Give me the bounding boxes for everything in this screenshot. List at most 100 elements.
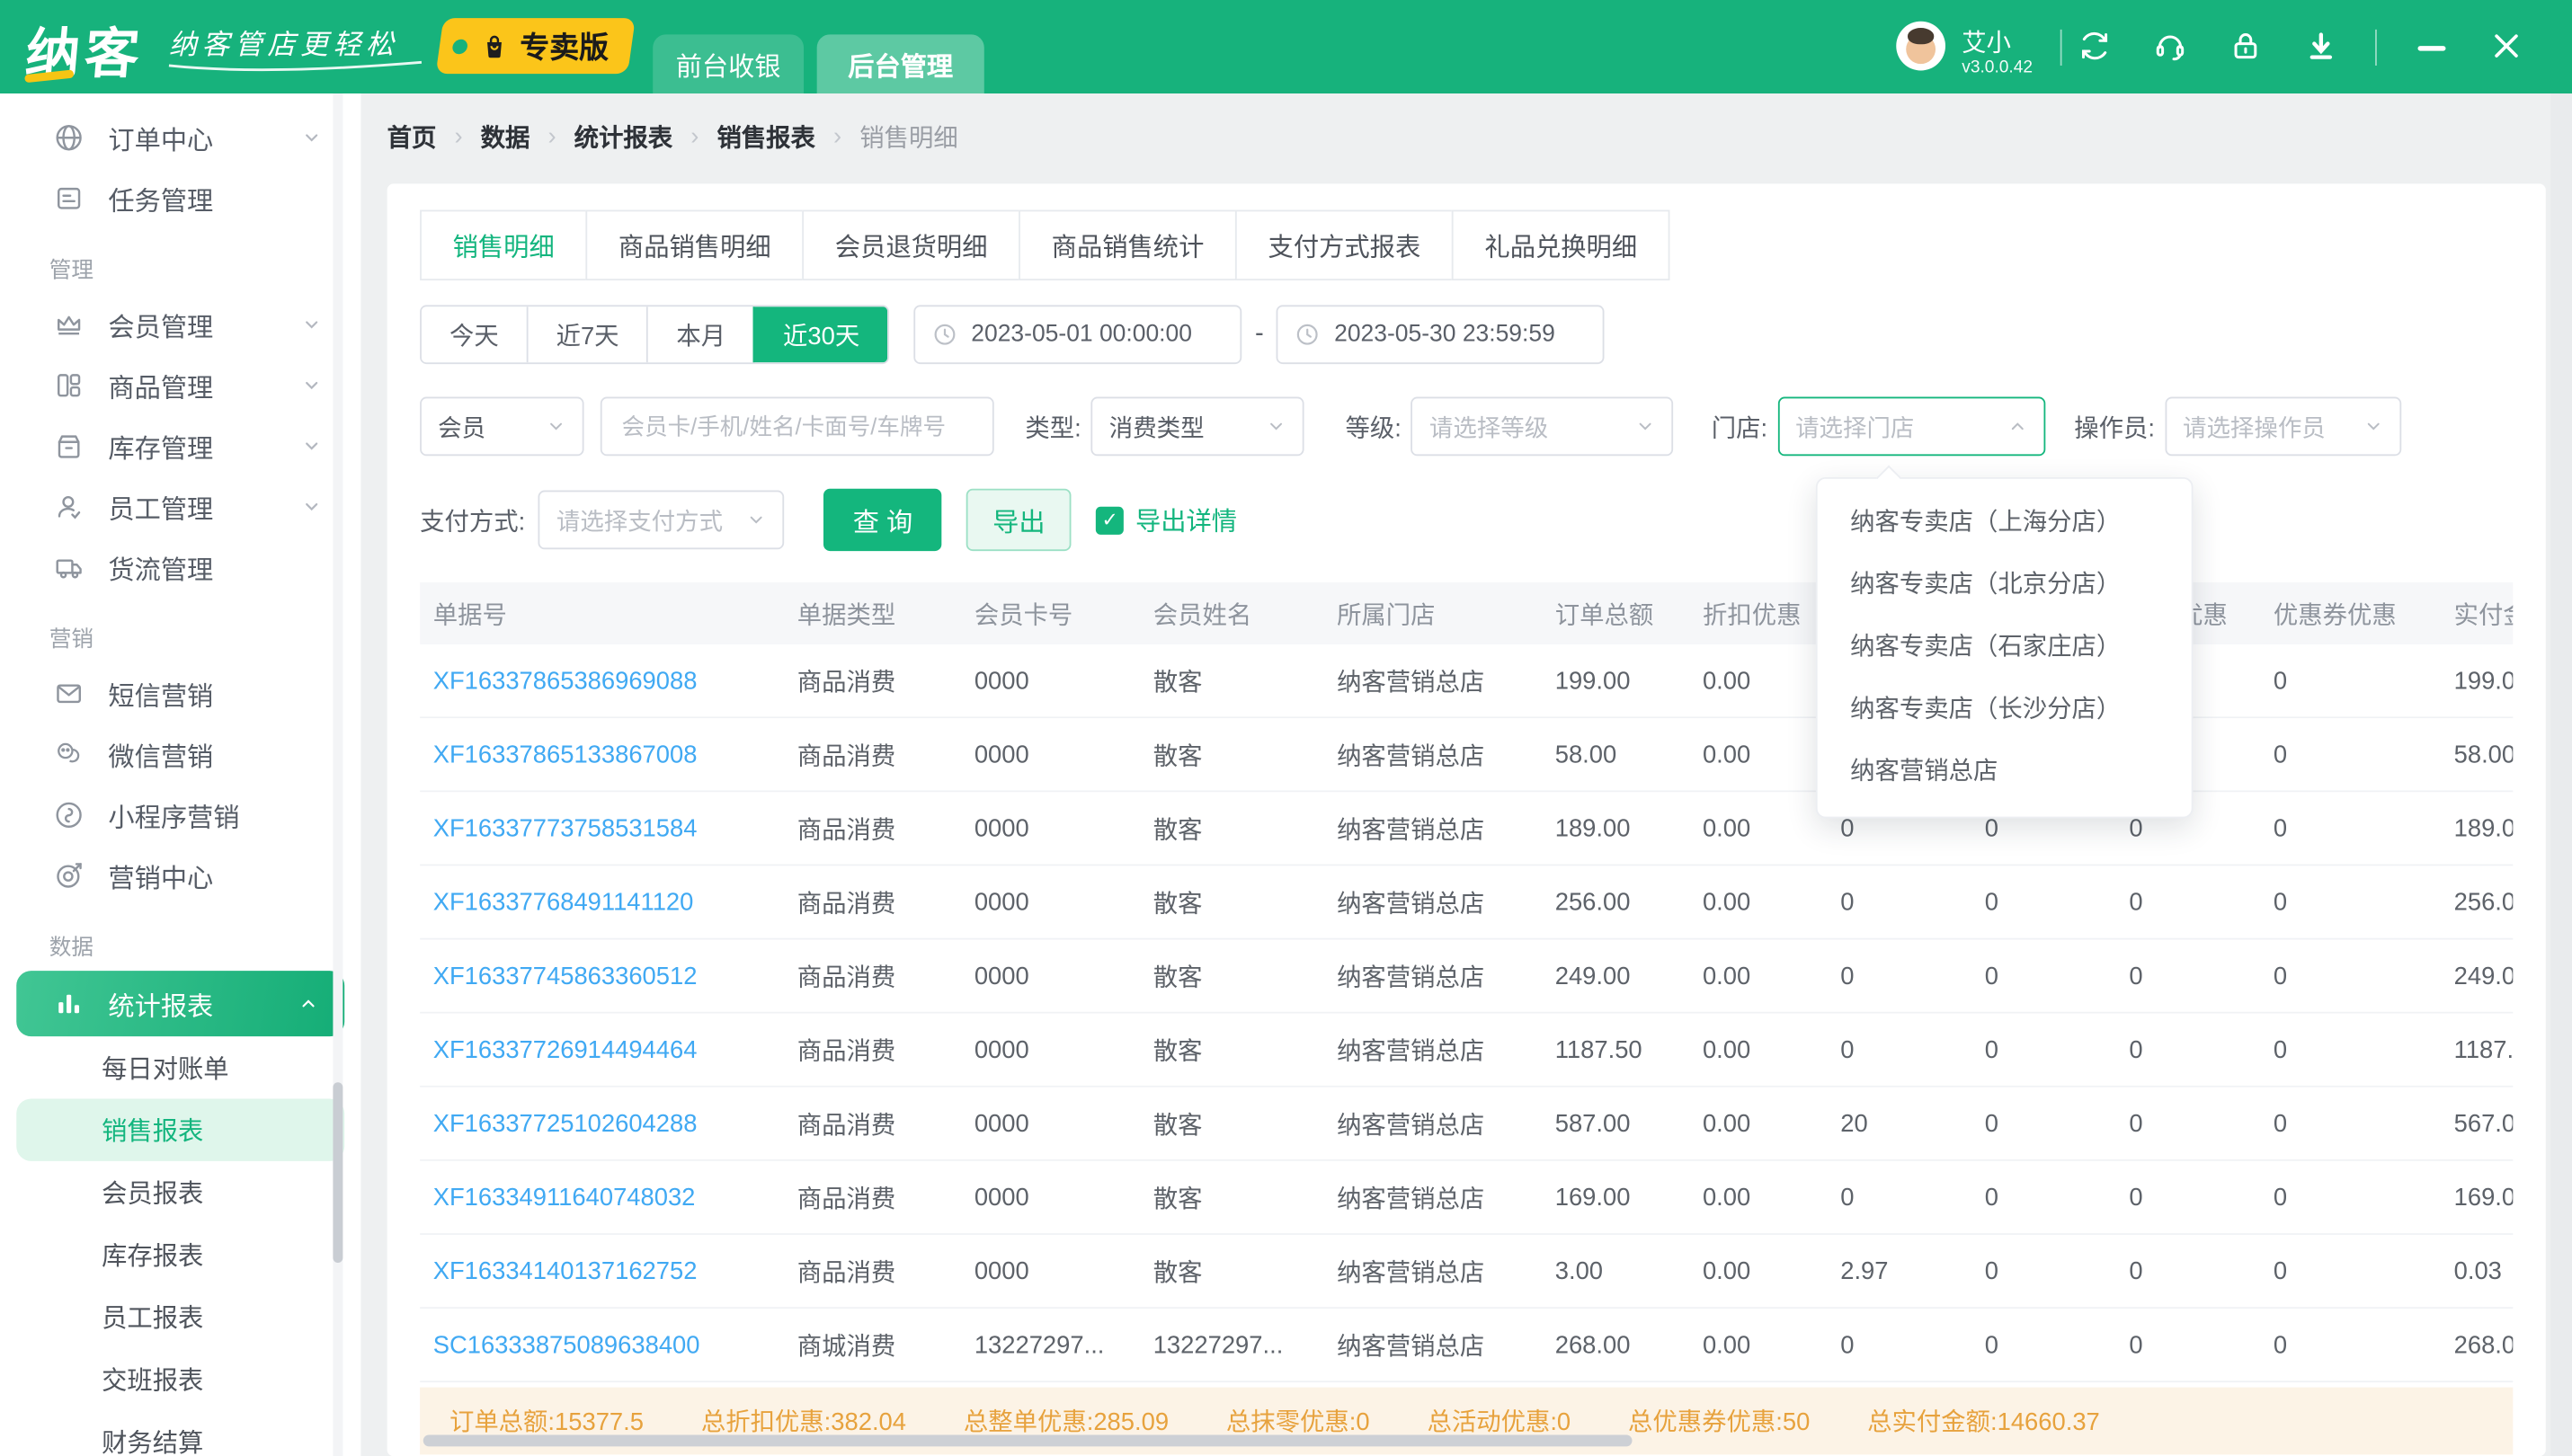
sidebar-subitem-sales-report[interactable]: 销售报表 — [16, 1098, 344, 1160]
breadcrumb-data[interactable]: 数据 — [481, 119, 530, 153]
level-label: 等级: — [1346, 409, 1402, 443]
sidebar-scrollbar-thumb[interactable] — [333, 1082, 343, 1263]
sidebar-item-marketing-center[interactable]: 营销中心 — [0, 845, 360, 906]
sync-icon[interactable] — [2077, 28, 2113, 64]
col-header-order-type: 单据类型 — [784, 596, 961, 630]
order-no-link[interactable]: XF16337768491141120 — [420, 888, 784, 916]
rounding-discount-cell: 0 — [1971, 888, 2116, 916]
consume-type-select[interactable]: 消费类型 — [1091, 397, 1304, 457]
breadcrumb-home[interactable]: 首页 — [387, 119, 437, 153]
report-tab[interactable]: 销售明细 — [420, 210, 587, 280]
window-minimize-button[interactable] — [2417, 46, 2445, 50]
date-to-input[interactable]: 2023-05-30 23:59:59 — [1277, 305, 1605, 364]
summary-item: 总优惠券优惠:50 — [1628, 1404, 1810, 1438]
order-type-cell: 商城消费 — [784, 1327, 961, 1362]
sidebar-item-wechat-marketing[interactable]: 微信营销 — [0, 724, 360, 785]
discount-cell: 0.00 — [1689, 1183, 1827, 1211]
member-search-input[interactable]: 会员卡/手机/姓名/卡面号/车牌号 — [601, 397, 994, 457]
store-option[interactable]: 纳客专卖店（北京分店） — [1818, 555, 2192, 617]
quick-date-button[interactable]: 本月 — [647, 306, 754, 362]
sidebar-item-logistics-management[interactable]: 货流管理 — [0, 537, 360, 598]
quick-date-group: 今天 近7天 本月 近30天 — [420, 305, 889, 364]
sidebar-subitem-staff-report[interactable]: 员工报表 — [0, 1286, 360, 1348]
order-type-cell: 商品消费 — [784, 737, 961, 771]
report-tab[interactable]: 商品销售统计 — [1019, 210, 1237, 280]
report-tab[interactable]: 商品销售明细 — [585, 210, 804, 280]
member-type-select[interactable]: 会员 — [420, 397, 583, 457]
sidebar-item-miniprogram-marketing[interactable]: 小程序营销 — [0, 784, 360, 845]
goods-grid-icon — [52, 368, 85, 401]
sidebar-item-sms-marketing[interactable]: 短信营销 — [0, 662, 360, 724]
store-option[interactable]: 纳客专卖店（长沙分店） — [1818, 679, 2192, 741]
sidebar-item-staff-management[interactable]: 员工管理 — [0, 475, 360, 537]
export-detail-checkbox[interactable]: ✓ — [1096, 506, 1124, 534]
sidebar-item-product-management[interactable]: 商品管理 — [0, 354, 360, 415]
quick-date-button[interactable]: 今天 — [422, 306, 527, 362]
order-no-link[interactable]: XF16334911640748032 — [420, 1183, 784, 1211]
app-window: 纳客 纳客管店更轻松 专卖版 前台收银 后台管理 艾小 v3.0.0.42 — [0, 0, 2572, 1456]
breadcrumb-separator: › — [547, 122, 556, 150]
window-close-button[interactable] — [2490, 30, 2523, 62]
export-detail-label[interactable]: 导出详情 — [1135, 502, 1237, 537]
order-no-link[interactable]: XF16334140137162752 — [420, 1257, 784, 1285]
nav-front-cashier[interactable]: 前台收银 — [653, 34, 804, 93]
sidebar-item-inventory-management[interactable]: 库存管理 — [0, 415, 360, 476]
consume-type-value: 消费类型 — [1109, 409, 1205, 443]
operator-select[interactable]: 请选择操作员 — [2165, 397, 2401, 457]
order-no-link[interactable]: XF16337865386969088 — [420, 667, 784, 695]
order-total-cell: 256.00 — [1542, 888, 1689, 916]
order-total-cell: 1187.50 — [1542, 1035, 1689, 1063]
lock-icon[interactable] — [2228, 28, 2264, 64]
chevron-up-icon — [2007, 416, 2026, 436]
operator-placeholder: 请选择操作员 — [2183, 409, 2326, 443]
order-no-link[interactable]: XF16337726914494464 — [420, 1035, 784, 1063]
storage-box-icon — [52, 429, 85, 461]
order-no-link[interactable]: XF16337725102604288 — [420, 1109, 784, 1137]
level-select[interactable]: 请选择等级 — [1411, 397, 1674, 457]
order-no-link[interactable]: XF16337865133867008 — [420, 741, 784, 768]
store-option[interactable]: 纳客专卖店（石家庄店） — [1818, 617, 2192, 679]
sidebar-subitem-shift-report[interactable]: 交班报表 — [0, 1348, 360, 1410]
date-from-input[interactable]: 2023-05-01 00:00:00 — [913, 305, 1242, 364]
paid-amount-cell: 199.00 — [2441, 667, 2513, 695]
sidebar-item-label: 货流管理 — [108, 547, 213, 587]
table-row: XF16334911640748032 商品消费 0000 散客 纳客营销总店 … — [420, 1161, 2513, 1235]
report-tab[interactable]: 支付方式报表 — [1235, 210, 1454, 280]
order-no-link[interactable]: XF16337773758531584 — [420, 814, 784, 842]
sidebar-item-task-management[interactable]: 任务管理 — [0, 167, 360, 228]
quick-date-button[interactable]: 近7天 — [527, 306, 647, 362]
summary-item: 订单总额:15377.5 — [449, 1404, 644, 1438]
store-option[interactable]: 纳客营销总店 — [1818, 741, 2192, 803]
order-no-link[interactable]: SC16333875089638400 — [420, 1331, 784, 1359]
customer-service-icon[interactable] — [2152, 28, 2188, 64]
breadcrumb-statistics[interactable]: 统计报表 — [574, 119, 673, 153]
sidebar-item-order-center[interactable]: 订单中心 — [0, 107, 360, 168]
sidebar-subitem-finance-settlement[interactable]: 财务结算 — [0, 1410, 360, 1456]
store-option[interactable]: 纳客专卖店（上海分店） — [1818, 492, 2192, 554]
pay-method-select[interactable]: 请选择支付方式 — [538, 491, 785, 550]
report-tab[interactable]: 礼品兑换明细 — [1452, 210, 1670, 280]
sidebar-item-member-management[interactable]: 会员管理 — [0, 294, 360, 355]
search-button[interactable]: 查 询 — [823, 489, 941, 551]
download-update-icon[interactable] — [2303, 28, 2339, 64]
coupon-discount-cell: 0 — [2260, 1035, 2441, 1063]
order-no-link[interactable]: XF16337745863360512 — [420, 962, 784, 990]
sidebar-subitem-member-report[interactable]: 会员报表 — [0, 1161, 360, 1223]
horizontal-scrollbar-thumb[interactable] — [423, 1435, 1633, 1447]
quick-date-button[interactable]: 近30天 — [753, 306, 887, 362]
avatar[interactable] — [1896, 22, 1945, 71]
export-button[interactable]: 导出 — [966, 489, 1072, 551]
sidebar-item-statistics-reports[interactable]: 统计报表 — [16, 971, 344, 1036]
sidebar-subitem-daily-reconciliation[interactable]: 每日对账单 — [0, 1036, 360, 1098]
breadcrumb-sales-report[interactable]: 销售报表 — [716, 119, 815, 153]
order-total-cell: 169.00 — [1542, 1183, 1689, 1211]
store-select[interactable]: 请选择门店 — [1777, 397, 2044, 457]
store-cell: 纳客营销总店 — [1323, 663, 1542, 697]
date-to-value: 2023-05-30 23:59:59 — [1334, 322, 1555, 348]
discount-cell: 0.00 — [1689, 1257, 1827, 1285]
activity-discount-cell: 0 — [2116, 814, 2261, 842]
report-tab[interactable]: 会员退货明细 — [802, 210, 1020, 280]
report-tab-label: 会员退货明细 — [835, 227, 988, 263]
sidebar-subitem-inventory-report[interactable]: 库存报表 — [0, 1223, 360, 1285]
nav-back-office[interactable]: 后台管理 — [817, 34, 984, 93]
